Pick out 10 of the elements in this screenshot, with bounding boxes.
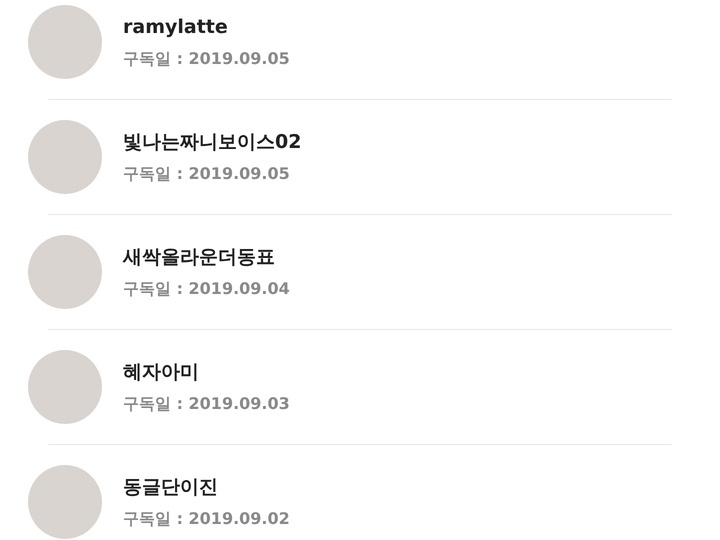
subscriber-name: 혜자아미 (123, 362, 200, 383)
subscriber-name: ramylatte (123, 16, 229, 38)
subscriber-name: 새싹올라운더동표 (123, 246, 276, 268)
subscription-date: 구독일 : 2019.09.03 (123, 394, 290, 412)
subscription-date: 구독일 : 2019.09.05 (123, 164, 291, 182)
subscriber-name: 빛나는짜니보이스02 (123, 132, 302, 153)
subscription-date: 구독일 : 2019.09.02 (123, 510, 290, 528)
subscription-date: 구독일 : 2019.09.04 (123, 280, 290, 298)
subscription-date: 구독일 : 2019.09.05 (123, 50, 290, 68)
subscriber-name: 동글단이진 (123, 476, 219, 498)
